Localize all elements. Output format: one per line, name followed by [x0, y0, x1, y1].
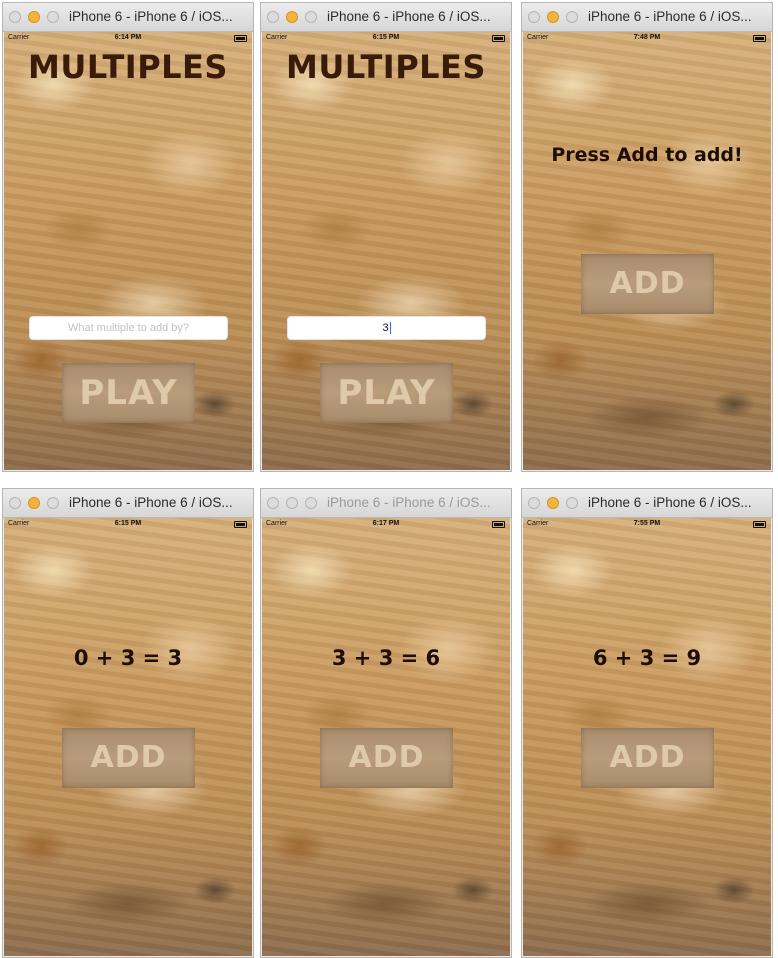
- window-titlebar[interactable]: iPhone 6 - iPhone 6 / iOS...: [3, 3, 253, 32]
- text-caret: [389, 322, 391, 335]
- prompt-label: Press Add to add!: [551, 144, 743, 166]
- zoom-icon[interactable]: [305, 11, 317, 23]
- play-button[interactable]: PLAY: [320, 363, 453, 423]
- close-icon[interactable]: [9, 497, 21, 509]
- status-time: 7:55 PM: [633, 520, 661, 527]
- battery-icon: [492, 521, 505, 528]
- zoom-icon[interactable]: [305, 497, 317, 509]
- add-button[interactable]: ADD: [581, 254, 714, 314]
- equation-label: 3 + 3 = 6: [331, 646, 441, 670]
- close-icon[interactable]: [528, 497, 540, 509]
- add-button[interactable]: ADD: [62, 728, 195, 788]
- traffic-lights: [528, 497, 578, 509]
- simulator-window-5: iPhone 6 - iPhone 6 / iOS... Carrier 6:1…: [260, 488, 512, 958]
- battery-icon: [753, 35, 766, 42]
- status-time: 6:17 PM: [372, 520, 400, 527]
- minimize-icon[interactable]: [547, 497, 559, 509]
- app-screen: Carrier 6:15 PM 0 + 3 = 3 ADD: [4, 518, 252, 956]
- multiple-input[interactable]: What multiple to add by?: [29, 316, 228, 340]
- app-screen: Carrier 6:17 PM 3 + 3 = 6 ADD: [262, 518, 510, 956]
- status-bar: Carrier 7:48 PM: [523, 32, 771, 44]
- traffic-lights: [528, 11, 578, 23]
- window-titlebar[interactable]: iPhone 6 - iPhone 6 / iOS...: [261, 3, 511, 32]
- play-button[interactable]: PLAY: [62, 363, 195, 423]
- app-title: MULTIPLES: [286, 48, 486, 86]
- battery-icon: [492, 35, 505, 42]
- window-title: iPhone 6 - iPhone 6 / iOS...: [588, 9, 752, 24]
- window-titlebar[interactable]: iPhone 6 - iPhone 6 / iOS...: [522, 3, 772, 32]
- simulator-window-1: iPhone 6 - iPhone 6 / iOS... Carrier 6:1…: [2, 2, 254, 472]
- close-icon[interactable]: [9, 11, 21, 23]
- simulator-window-2: iPhone 6 - iPhone 6 / iOS... Carrier 6:1…: [260, 2, 512, 472]
- add-button[interactable]: ADD: [320, 728, 453, 788]
- window-titlebar[interactable]: iPhone 6 - iPhone 6 / iOS...: [522, 489, 772, 518]
- simulator-window-4: iPhone 6 - iPhone 6 / iOS... Carrier 6:1…: [2, 488, 254, 958]
- window-titlebar[interactable]: iPhone 6 - iPhone 6 / iOS...: [3, 489, 253, 518]
- close-icon[interactable]: [267, 11, 279, 23]
- traffic-lights: [267, 11, 317, 23]
- battery-icon: [234, 35, 247, 42]
- minimize-icon[interactable]: [28, 497, 40, 509]
- input-value: 3: [382, 322, 389, 334]
- minimize-icon[interactable]: [286, 497, 298, 509]
- window-title: iPhone 6 - iPhone 6 / iOS...: [327, 495, 491, 510]
- simulator-window-3: iPhone 6 - iPhone 6 / iOS... Carrier 7:4…: [521, 2, 773, 472]
- battery-icon: [753, 521, 766, 528]
- window-title: iPhone 6 - iPhone 6 / iOS...: [327, 9, 491, 24]
- traffic-lights: [267, 497, 317, 509]
- window-title: iPhone 6 - iPhone 6 / iOS...: [588, 495, 752, 510]
- equation-label: 0 + 3 = 3: [73, 646, 183, 670]
- status-time: 6:15 PM: [372, 34, 400, 41]
- simulator-window-6: iPhone 6 - iPhone 6 / iOS... Carrier 7:5…: [521, 488, 773, 958]
- window-titlebar[interactable]: iPhone 6 - iPhone 6 / iOS...: [261, 489, 511, 518]
- zoom-icon[interactable]: [566, 497, 578, 509]
- close-icon[interactable]: [528, 11, 540, 23]
- add-button[interactable]: ADD: [581, 728, 714, 788]
- app-screen: Carrier 7:48 PM Press Add to add! ADD: [523, 32, 771, 470]
- app-screen: Carrier 7:55 PM 6 + 3 = 9 ADD: [523, 518, 771, 956]
- battery-icon: [234, 521, 247, 528]
- status-bar: Carrier 7:55 PM: [523, 518, 771, 530]
- app-title: MULTIPLES: [28, 48, 228, 86]
- minimize-icon[interactable]: [28, 11, 40, 23]
- status-bar: Carrier 6:15 PM: [262, 32, 510, 44]
- app-screen: Carrier 6:15 PM MULTIPLES 3 PLAY: [262, 32, 510, 470]
- status-time: 6:15 PM: [114, 520, 142, 527]
- equation-label: 6 + 3 = 9: [592, 646, 702, 670]
- close-icon[interactable]: [267, 497, 279, 509]
- status-time: 6:14 PM: [114, 34, 142, 41]
- app-screen: Carrier 6:14 PM MULTIPLES What multiple …: [4, 32, 252, 470]
- status-time: 7:48 PM: [633, 34, 661, 41]
- traffic-lights: [9, 497, 59, 509]
- multiple-input[interactable]: 3: [287, 316, 486, 340]
- zoom-icon[interactable]: [47, 497, 59, 509]
- window-title: iPhone 6 - iPhone 6 / iOS...: [69, 9, 233, 24]
- minimize-icon[interactable]: [286, 11, 298, 23]
- traffic-lights: [9, 11, 59, 23]
- window-title: iPhone 6 - iPhone 6 / iOS...: [69, 495, 233, 510]
- status-bar: Carrier 6:15 PM: [4, 518, 252, 530]
- minimize-icon[interactable]: [547, 11, 559, 23]
- zoom-icon[interactable]: [47, 11, 59, 23]
- status-bar: Carrier 6:14 PM: [4, 32, 252, 44]
- status-bar: Carrier 6:17 PM: [262, 518, 510, 530]
- zoom-icon[interactable]: [566, 11, 578, 23]
